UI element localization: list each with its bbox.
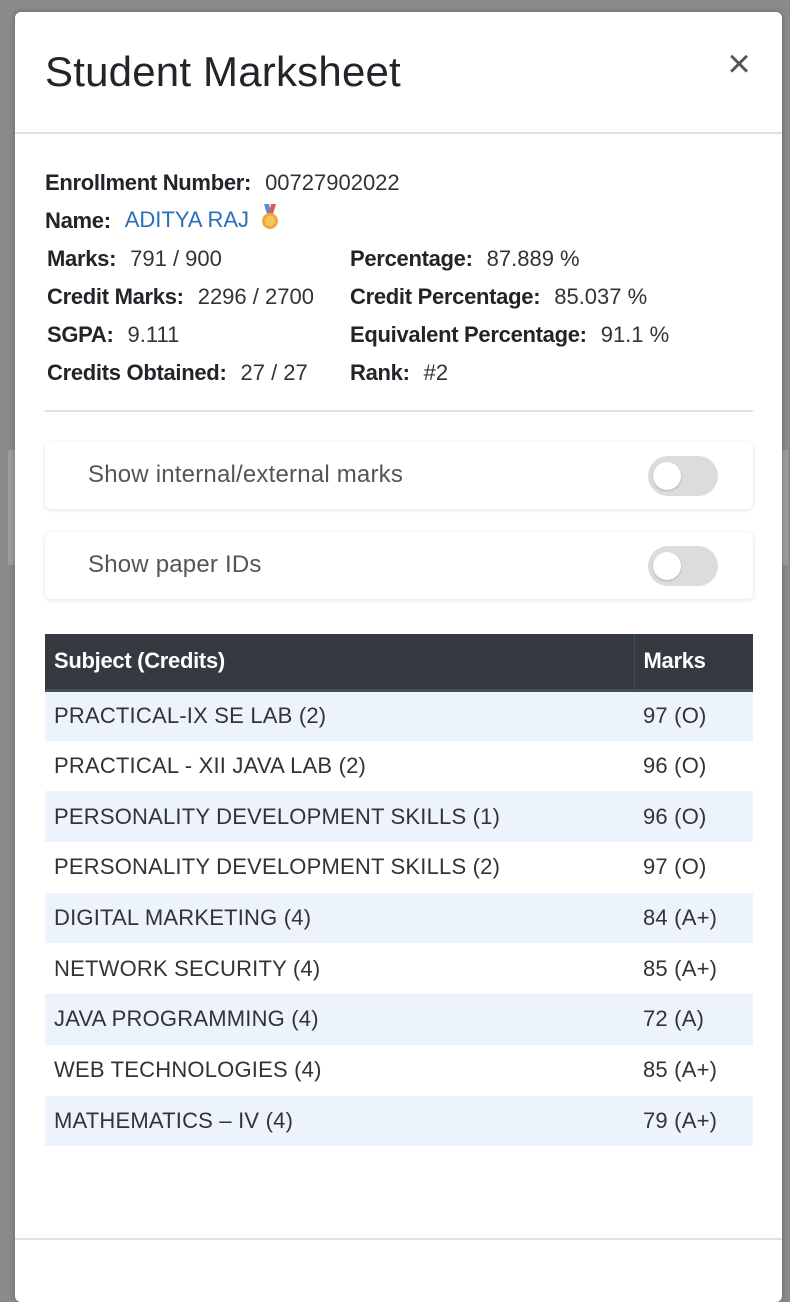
equivalent-percentage-label: Equivalent Percentage: xyxy=(350,322,587,347)
credit-percentage-label: Credit Percentage: xyxy=(350,284,541,309)
toggle-internal-external-label: Show internal/external marks xyxy=(88,461,404,488)
header-subject: Subject (Credits) xyxy=(45,634,634,692)
stats-row-2: Credit Marks: 2296 / 2700 Credit Percent… xyxy=(45,278,755,316)
table-header-row: Subject (Credits) Marks xyxy=(45,634,753,692)
table-row: PERSONALITY DEVELOPMENT SKILLS (1) 96 (O… xyxy=(45,791,753,843)
subject-cell: PRACTICAL - XII JAVA LAB (2) xyxy=(54,753,367,779)
rank-label: Rank: xyxy=(350,360,410,385)
divider xyxy=(45,410,753,412)
stats-row-1: Marks: 791 / 900 Percentage: 87.889 % xyxy=(45,240,755,278)
marks-cell: 79 (A+) xyxy=(634,1095,753,1147)
credit-percentage-value: 85.037 % xyxy=(554,284,648,309)
stats-row-3: SGPA: 9.111 Equivalent Percentage: 91.1 … xyxy=(45,316,755,354)
switch-knob xyxy=(653,552,681,580)
marks-cell: 97 (O) xyxy=(634,690,753,741)
table-row: PERSONALITY DEVELOPMENT SKILLS (2) 97 (O… xyxy=(45,842,753,893)
table-row: PRACTICAL - XII JAVA LAB (2) 96 (O) xyxy=(45,741,753,792)
marks-cell: 96 (O) xyxy=(634,791,753,843)
name-row: Name: ADITYA RAJ xyxy=(45,202,755,240)
toggle-paper-ids-card: Show paper IDs xyxy=(45,532,753,599)
stats-row-4: Credits Obtained: 27 / 27 Rank: #2 xyxy=(45,354,755,392)
marks-cell: 85 (A+) xyxy=(643,1057,718,1083)
student-info: Enrollment Number: 00727902022 Name: ADI… xyxy=(45,164,755,392)
toggle-internal-external-card: Show internal/external marks xyxy=(45,442,753,509)
credit-marks-value: 2296 / 2700 xyxy=(197,284,314,309)
subject-cell: MATHEMATICS – IV (4) xyxy=(45,1095,634,1147)
student-name-link[interactable]: ADITYA RAJ xyxy=(125,201,279,242)
subject-cell: PRACTICAL-IX SE LAB (2) xyxy=(45,690,634,741)
credit-marks-label: Credit Marks: xyxy=(47,284,184,309)
subject-cell: WEB TECHNOLOGIES (4) xyxy=(54,1057,322,1083)
marks-cell: 85 (A+) xyxy=(643,955,718,981)
marksheet-modal: Student Marksheet × Enrollment Number: 0… xyxy=(15,12,782,1302)
marks-table: Subject (Credits) Marks PRACTICAL-IX SE … xyxy=(45,634,753,1147)
credits-obtained-label: Credits Obtained: xyxy=(47,360,227,385)
toggle-paper-ids-switch[interactable] xyxy=(648,546,718,586)
medal-icon xyxy=(261,203,279,242)
sgpa-value: 9.111 xyxy=(127,322,180,347)
modal-footer-divider xyxy=(15,1238,782,1240)
equivalent-percentage-value: 91.1 % xyxy=(600,322,670,347)
enrollment-value: 00727902022 xyxy=(265,170,400,195)
credits-obtained-value: 27 / 27 xyxy=(240,360,308,385)
marks-label: Marks: xyxy=(47,246,117,271)
marks-value: 791 / 900 xyxy=(130,246,222,271)
enrollment-row: Enrollment Number: 00727902022 xyxy=(45,164,755,202)
percentage-label: Percentage: xyxy=(350,246,473,271)
header-marks: Marks xyxy=(633,634,753,692)
subject-cell: PERSONALITY DEVELOPMENT SKILLS (2) xyxy=(54,854,501,880)
modal-header: Student Marksheet × xyxy=(15,12,782,134)
toggle-internal-external-switch[interactable] xyxy=(648,456,718,496)
subject-cell: NETWORK SECURITY (4) xyxy=(54,955,321,981)
modal-title: Student Marksheet xyxy=(45,48,401,95)
enrollment-label: Enrollment Number: xyxy=(45,170,252,195)
marks-cell: 97 (O) xyxy=(643,854,707,880)
switch-knob xyxy=(653,462,681,490)
table-row: JAVA PROGRAMMING (4) 72 (A) xyxy=(45,994,753,1045)
marks-cell: 96 (O) xyxy=(643,753,707,779)
rank-value: #2 xyxy=(423,360,449,385)
marks-cell: 84 (A+) xyxy=(634,892,753,944)
subject-cell: DIGITAL MARKETING (4) xyxy=(45,892,634,944)
percentage-value: 87.889 % xyxy=(486,246,580,271)
student-name[interactable]: ADITYA RAJ xyxy=(125,207,249,232)
table-row: NETWORK SECURITY (4) 85 (A+) xyxy=(45,943,753,994)
subject-cell: PERSONALITY DEVELOPMENT SKILLS (1) xyxy=(45,791,634,843)
table-row: WEB TECHNOLOGIES (4) 85 (A+) xyxy=(45,1045,753,1096)
table-row: MATHEMATICS – IV (4) 79 (A+) xyxy=(45,1095,753,1147)
name-label: Name: xyxy=(45,208,111,233)
table-row: PRACTICAL-IX SE LAB (2) 97 (O) xyxy=(45,690,753,741)
toggle-paper-ids-label: Show paper IDs xyxy=(88,551,262,578)
subject-cell: JAVA PROGRAMMING (4) xyxy=(45,994,634,1045)
table-row: DIGITAL MARKETING (4) 84 (A+) xyxy=(45,892,753,944)
close-button[interactable]: × xyxy=(724,44,754,84)
marks-cell: 72 (A) xyxy=(634,994,753,1045)
sgpa-label: SGPA: xyxy=(47,322,114,347)
